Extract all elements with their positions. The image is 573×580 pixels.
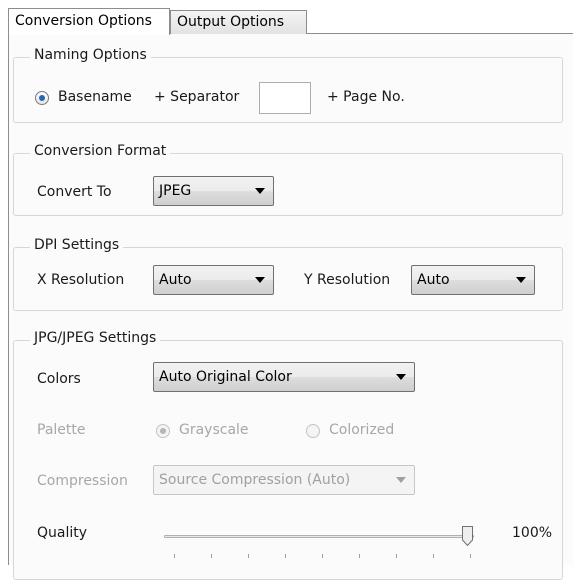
compression-dropdown[interactable]: Source Compression (Auto) — [153, 465, 415, 495]
radio-selected-dot — [160, 428, 166, 434]
y-resolution-value: Auto — [417, 272, 450, 288]
slider-tick — [174, 554, 175, 558]
compression-value: Source Compression (Auto) — [159, 472, 351, 488]
page-no-label: + Page No. — [327, 89, 405, 105]
dpi-settings-title: DPI Settings — [30, 237, 124, 253]
basename-radio[interactable] — [35, 91, 49, 105]
compression-label: Compression — [37, 473, 128, 489]
colors-value: Auto Original Color — [159, 369, 292, 385]
x-resolution-value: Auto — [159, 272, 192, 288]
colors-dropdown[interactable]: Auto Original Color — [153, 362, 415, 392]
colorized-radio[interactable] — [306, 424, 320, 438]
y-resolution-label: Y Resolution — [304, 272, 391, 288]
y-resolution-dropdown[interactable]: Auto — [411, 265, 535, 295]
separator-input[interactable] — [259, 82, 311, 114]
slider-tick — [396, 554, 397, 558]
tab-conversion-options[interactable]: Conversion Options — [8, 8, 170, 35]
convert-to-dropdown[interactable]: JPEG — [153, 176, 274, 206]
chevron-down-icon — [396, 477, 406, 483]
chevron-down-icon — [396, 374, 406, 380]
slider-tick — [322, 554, 323, 558]
slider-tick — [433, 554, 434, 558]
grayscale-label: Grayscale — [179, 422, 249, 438]
quality-value-text: 100% — [512, 525, 553, 541]
radio-selected-dot — [39, 95, 45, 101]
chevron-down-icon — [516, 277, 526, 283]
slider-tick — [248, 554, 249, 558]
convert-to-label: Convert To — [37, 184, 112, 200]
palette-label: Palette — [37, 422, 86, 438]
slider-tick — [285, 554, 286, 558]
basename-label: Basename — [58, 89, 132, 105]
tab-output-options[interactable]: Output Options — [170, 10, 307, 34]
quality-slider[interactable] — [160, 524, 480, 564]
chevron-down-icon — [255, 277, 265, 283]
naming-options-title: Naming Options — [30, 47, 151, 63]
slider-tick — [470, 554, 471, 558]
separator-label: + Separator — [154, 89, 240, 105]
chevron-down-icon — [255, 188, 265, 194]
x-resolution-label: X Resolution — [37, 272, 125, 288]
jpeg-settings-title: JPG/JPEG Settings — [30, 330, 161, 346]
grayscale-radio[interactable] — [156, 424, 170, 438]
colors-label: Colors — [37, 371, 81, 387]
slider-tick — [211, 554, 212, 558]
x-resolution-dropdown[interactable]: Auto — [153, 265, 274, 295]
conversion-format-title: Conversion Format — [30, 143, 171, 159]
quality-slider-thumb[interactable] — [462, 526, 473, 546]
colorized-label: Colorized — [329, 422, 395, 438]
quality-slider-track — [164, 535, 474, 538]
settings-window: Conversion Options Output Options Naming… — [0, 0, 573, 580]
convert-to-value: JPEG — [159, 183, 192, 199]
quality-label: Quality — [37, 525, 88, 541]
slider-tick — [359, 554, 360, 558]
